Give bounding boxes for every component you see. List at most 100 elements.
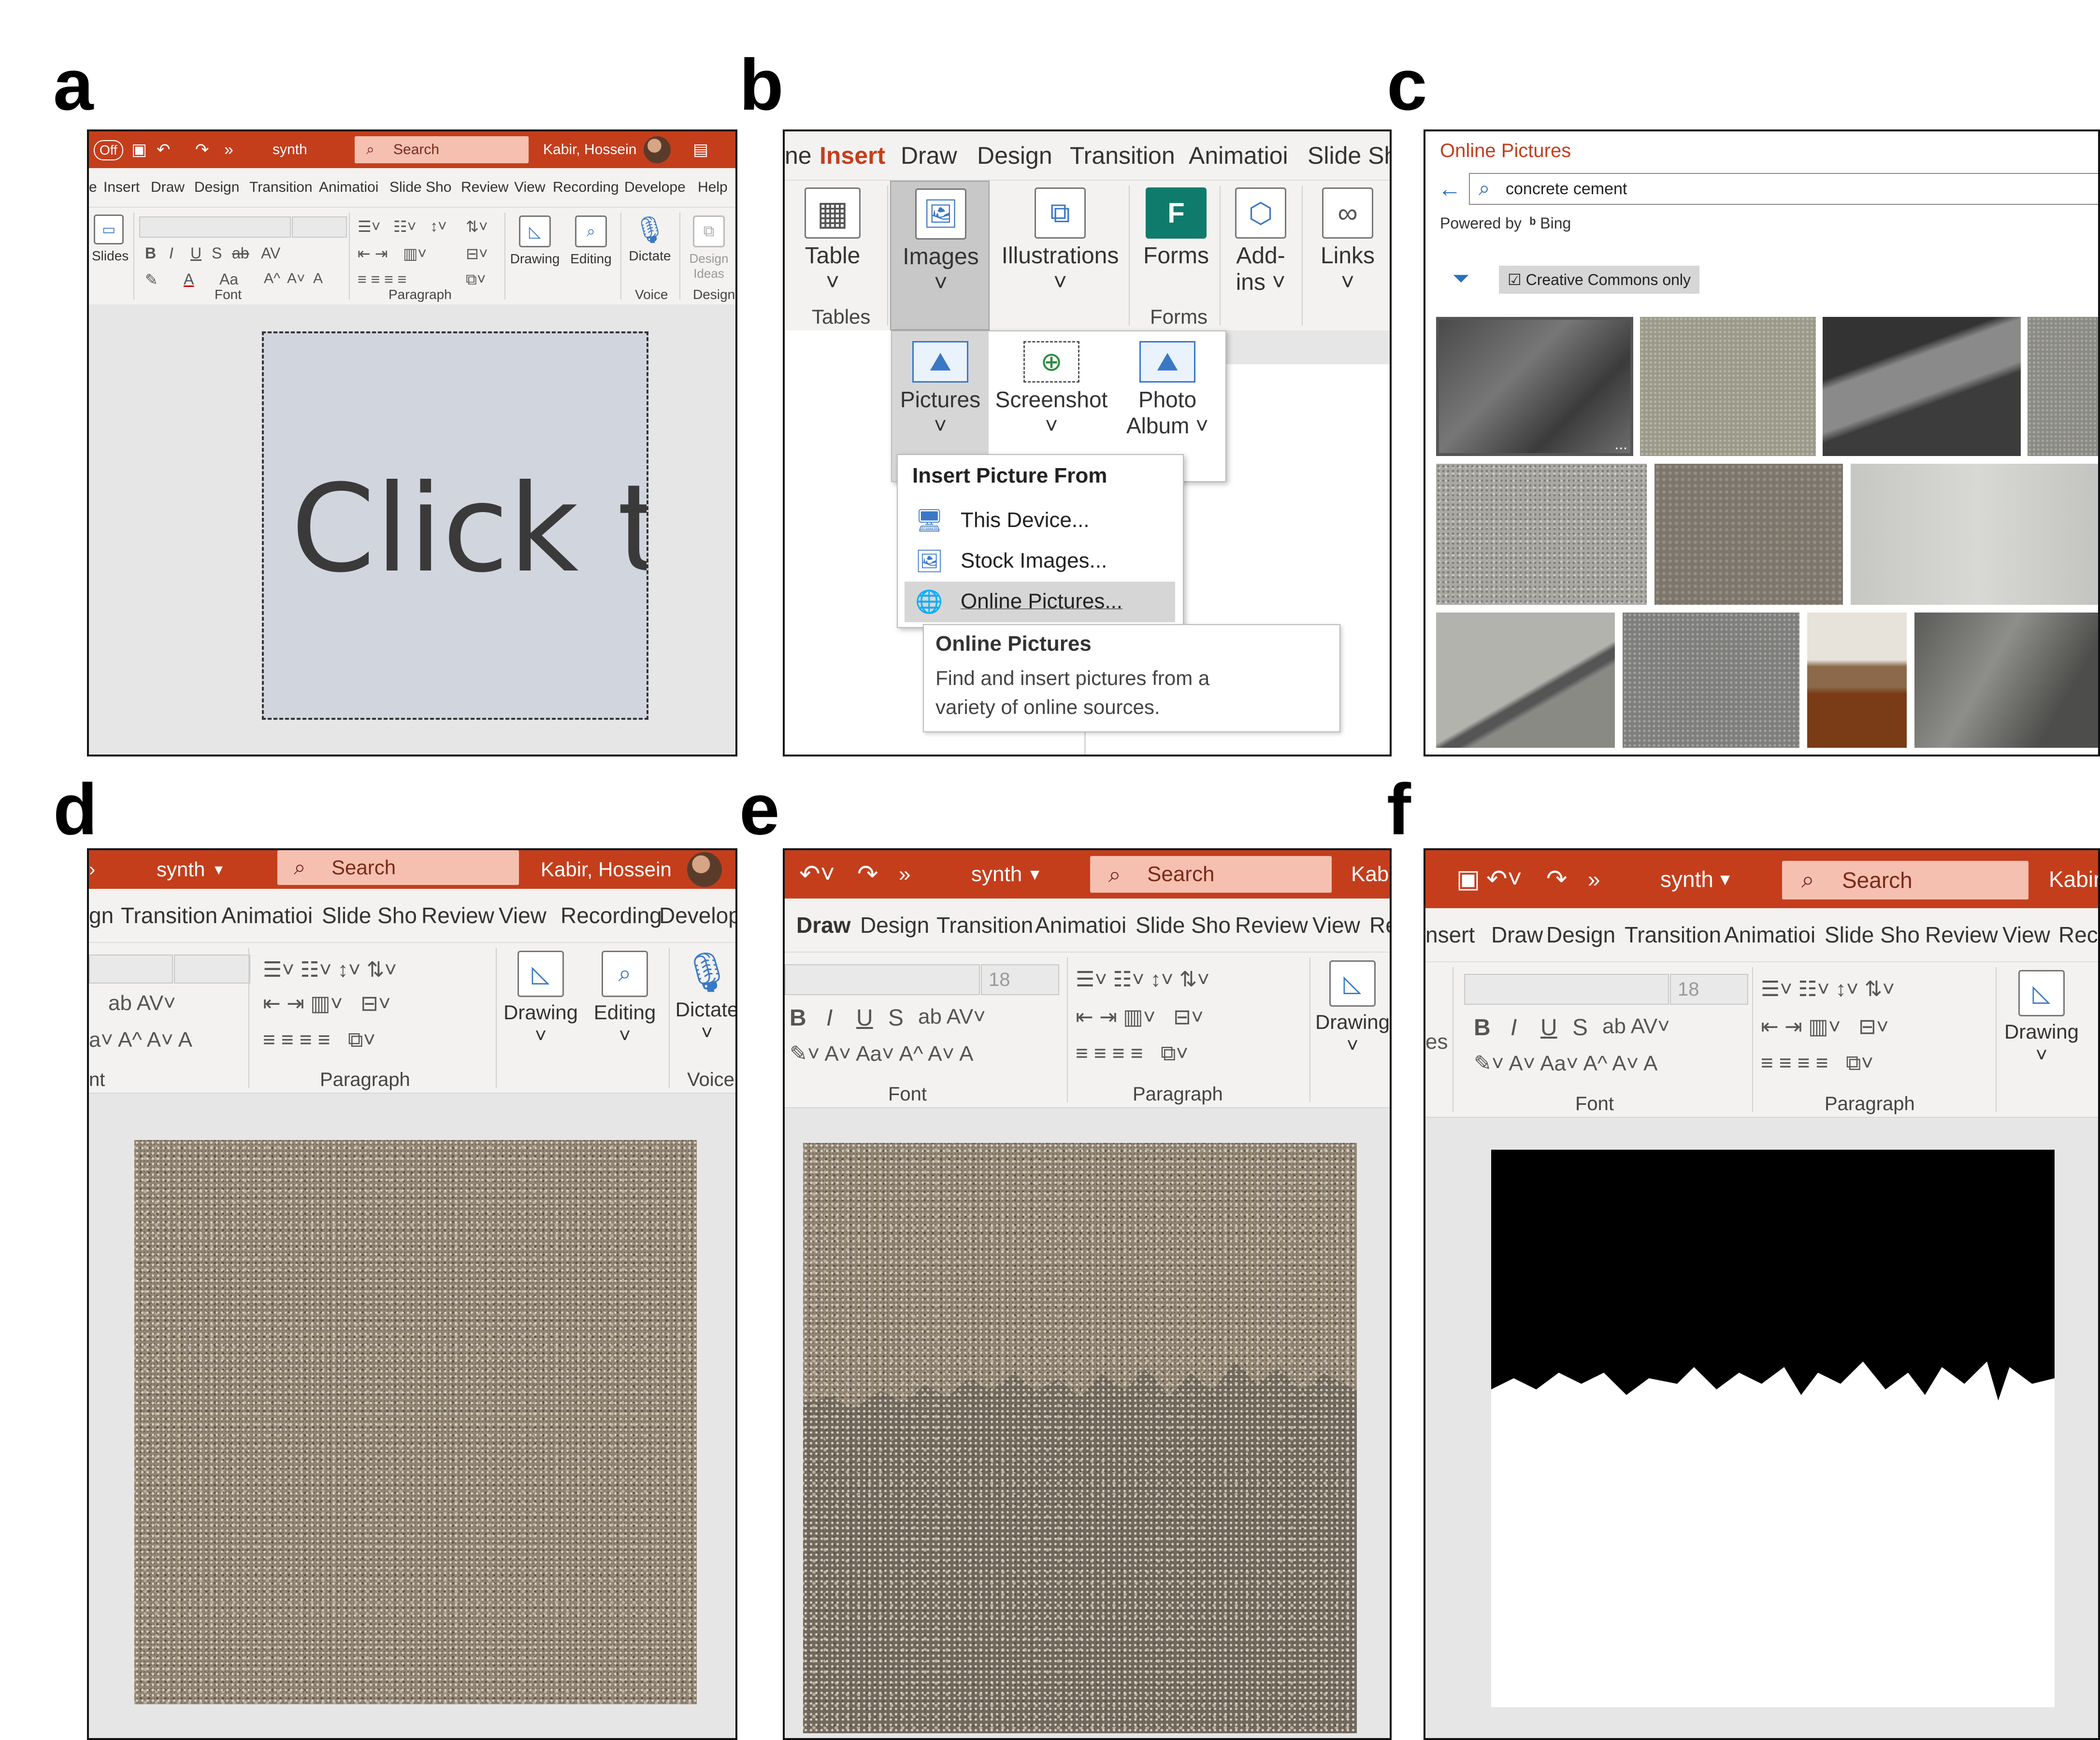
tab-slideshow[interactable]: Slide Sho <box>322 889 417 942</box>
redo-icon[interactable]: ↷ <box>1546 850 1568 908</box>
format-icons[interactable]: a˅ A^ A˅ A <box>89 1028 192 1052</box>
tab-animations[interactable]: Animatioi <box>1189 131 1288 180</box>
dictate-button[interactable]: 🎙 Dictate <box>623 215 676 264</box>
tab-transitions[interactable]: Transition <box>1625 908 1721 961</box>
font-size-dropdown[interactable]: 18 <box>981 964 1059 995</box>
creative-commons-filter[interactable]: ☑ Creative Commons only <box>1499 266 1700 294</box>
strikethrough-button[interactable]: ab <box>232 244 249 262</box>
tab-slideshow[interactable]: Slide Sho <box>389 168 451 207</box>
add-ins-button[interactable]: ⬡ Add- ins ˅ <box>1224 187 1297 296</box>
char-spacing-button[interactable]: AV <box>261 244 280 262</box>
drawing-button[interactable]: ◺ Drawing ˅ <box>1311 960 1390 1057</box>
result-image[interactable] <box>1640 317 1816 456</box>
undo-icon[interactable]: ↶˅ <box>799 850 835 899</box>
result-image[interactable] <box>2028 317 2098 456</box>
tab-animations[interactable]: Animatioi <box>319 168 378 207</box>
undo-icon[interactable]: ↶˅ <box>1486 850 1522 908</box>
drawing-button[interactable]: ◺ Drawing <box>508 215 561 267</box>
slide-image-concrete[interactable] <box>134 1140 697 1704</box>
shadow-button[interactable]: S <box>888 1005 904 1031</box>
align-text-icon[interactable]: ⊟˅ <box>466 244 488 263</box>
result-image[interactable] <box>1807 613 1907 748</box>
editing-button[interactable]: ⌕ Editing <box>564 215 618 267</box>
avatar[interactable] <box>687 852 722 887</box>
tab-draw[interactable]: Draw <box>901 131 957 180</box>
tab-design[interactable]: Design <box>194 168 239 207</box>
tab-transitions[interactable]: Transition <box>936 899 1033 952</box>
list-icons[interactable]: ☰˅ ☷˅ ↕˅ ⇅˅ <box>263 957 397 982</box>
tab-draw[interactable]: Draw <box>796 899 850 952</box>
screenshot-button[interactable]: ⊕ Screenshot ˅ <box>989 331 1114 439</box>
drawing-button[interactable]: ◺ Drawing ˅ <box>2000 970 2083 1067</box>
filter-icon[interactable]: ⏷ <box>1453 267 1469 291</box>
font-size-dropdown[interactable]: 18 <box>1670 974 1748 1005</box>
menu-item-online-pictures[interactable]: 🌐 Online Pictures... <box>905 582 1175 622</box>
undo-icon[interactable]: ↶ <box>157 131 171 168</box>
tab-recording[interactable]: Recording <box>561 889 662 942</box>
list-icons[interactable]: ☰˅ ☷˅ ↕˅ ⇅˅ <box>1761 977 1895 1001</box>
indent-icon[interactable]: ⇤ ⇥ <box>358 244 388 263</box>
menu-item-stock-images[interactable]: 🖼 Stock Images... <box>898 541 1183 582</box>
align-icons[interactable]: ≡ ≡ ≡ ≡ ⧉˅ <box>1761 1051 1873 1075</box>
shadow-button[interactable]: S <box>212 244 222 262</box>
tab-design[interactable]: Design <box>1546 908 1615 961</box>
tab-slideshow[interactable]: Slide Sho <box>1825 908 1920 961</box>
tab-view[interactable]: View <box>514 168 545 207</box>
dictate-button[interactable]: 🎙 Dictate ˅ <box>671 951 735 1044</box>
filename-chevron-icon[interactable]: ▾ <box>215 850 223 889</box>
shadow-button[interactable]: S <box>1572 1014 1588 1041</box>
highlight-icon[interactable]: ✎ <box>145 271 158 289</box>
font-color-button[interactable]: A <box>184 271 194 288</box>
line-spacing-icon[interactable]: ↕˅ <box>430 217 447 235</box>
tab-review[interactable]: Review <box>421 889 494 942</box>
avatar[interactable] <box>644 136 671 163</box>
file-name[interactable]: synth <box>971 850 1022 899</box>
user-name[interactable]: Kabi <box>1351 850 1390 899</box>
tab-home-partial[interactable]: e <box>89 168 97 207</box>
search-box[interactable]: ⌕ Search <box>355 136 529 163</box>
search-box[interactable]: ⌕ Search <box>1782 861 2028 899</box>
indent-icons[interactable]: ⇤ ⇥ ▥˅ ⊟˅ <box>1076 1005 1204 1029</box>
more-options-icon[interactable]: ... <box>1614 435 1627 453</box>
autosave-toggle[interactable]: Off <box>94 140 123 160</box>
tab-slideshow[interactable]: Slide Sh <box>1308 131 1390 180</box>
format-icons[interactable]: ✎˅ A˅ Aa˅ A^ A˅ A <box>790 1041 974 1066</box>
tab-draw[interactable]: Draw <box>1491 908 1543 961</box>
tab-review[interactable]: Review <box>461 168 508 207</box>
filename-chevron-icon[interactable]: ▾ <box>1720 850 1730 908</box>
tab-design[interactable]: Design <box>977 131 1052 180</box>
user-name[interactable]: Kabir, Hossein <box>543 131 636 168</box>
font-name-dropdown[interactable] <box>785 964 980 995</box>
result-image[interactable] <box>1914 613 2098 748</box>
result-image[interactable] <box>1654 464 1843 605</box>
font-size-dropdown[interactable] <box>174 955 250 984</box>
align-icons[interactable]: ≡ ≡ ≡ ≡ ⧉˅ <box>1076 1041 1188 1066</box>
tab-animations[interactable]: Animatioi <box>1724 908 1815 961</box>
result-image[interactable] <box>1823 317 2021 456</box>
redo-icon[interactable]: ↷ <box>857 850 878 899</box>
tab-transitions[interactable]: Transition <box>121 889 217 942</box>
tab-transitions[interactable]: Transition <box>1070 131 1175 180</box>
text-direction-icon[interactable]: ⇅˅ <box>466 217 488 236</box>
spacing-icons[interactable]: ab AV˅ <box>1602 1014 1670 1039</box>
clear-format-button[interactable]: A <box>313 271 323 287</box>
tab-review[interactable]: Review <box>1235 899 1308 952</box>
search-input[interactable]: ⌕ concrete cement <box>1469 173 2098 205</box>
slide-mask-image[interactable] <box>1491 1150 2055 1707</box>
menu-item-this-device[interactable]: 🖥 This Device... <box>898 500 1183 541</box>
result-image[interactable] <box>1436 464 1647 605</box>
ribbon-display-icon[interactable]: ▤ <box>693 131 708 168</box>
table-button[interactable]: ▦ Table ˅ <box>796 187 869 296</box>
filename-chevron-icon[interactable]: ▾ <box>1030 850 1039 899</box>
tab-view[interactable]: View <box>499 889 547 942</box>
tab-animations[interactable]: Animatioi <box>1035 899 1126 952</box>
more-commands[interactable]: » <box>224 131 233 168</box>
result-image[interactable] <box>1436 613 1615 748</box>
images-button[interactable]: 🖼 Images ˅ <box>890 181 990 330</box>
tab-review[interactable]: Review <box>1925 908 1998 961</box>
user-name[interactable]: Kabir, Hossein <box>541 850 672 889</box>
bold-button[interactable]: B <box>790 1005 806 1031</box>
tab-developer[interactable]: Develope <box>624 168 686 207</box>
underline-button[interactable]: U <box>190 244 201 262</box>
list-icons[interactable]: ☰˅ ☷˅ ↕˅ ⇅˅ <box>1076 967 1209 992</box>
